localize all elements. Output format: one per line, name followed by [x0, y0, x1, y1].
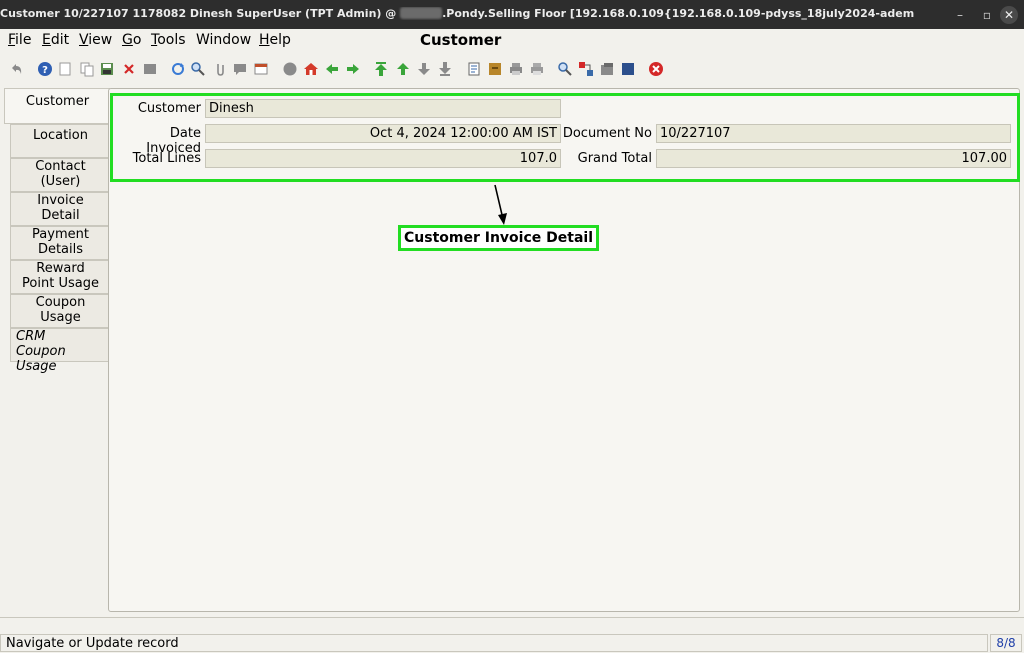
maximize-button[interactable]: ▫	[978, 6, 996, 24]
window-title-prefix: Customer 10/227107 1178082 Dinesh SuperU…	[0, 7, 401, 20]
archive-icon[interactable]	[487, 61, 503, 77]
tab-coupon-usage[interactable]: Coupon Usage	[10, 294, 110, 328]
back-icon[interactable]	[324, 61, 340, 77]
menu-edit[interactable]: Edit	[42, 32, 69, 48]
chat-icon[interactable]	[232, 61, 248, 77]
annotation-arrow	[494, 184, 507, 225]
help-icon[interactable]: ?	[37, 61, 53, 77]
redacted-text	[400, 7, 443, 19]
close-window-button[interactable]: ✕	[1000, 6, 1018, 24]
workflow-icon[interactable]	[578, 61, 594, 77]
report-icon[interactable]	[466, 61, 482, 77]
info-icon[interactable]	[620, 61, 636, 77]
window-heading: Customer	[420, 31, 502, 49]
print-alt-icon[interactable]	[529, 61, 545, 77]
home-icon[interactable]	[303, 61, 319, 77]
menu-view[interactable]: View	[79, 32, 112, 48]
menu-bar: File Edit View Go Tools Window Help Cust…	[0, 29, 1024, 52]
status-message: Navigate or Update record	[6, 636, 179, 651]
status-bar: Navigate or Update record 8/8	[0, 633, 1024, 653]
request-icon[interactable]	[282, 61, 298, 77]
menu-window[interactable]: Window	[196, 32, 251, 48]
menu-go[interactable]: Go	[122, 32, 141, 48]
undo-icon[interactable]	[8, 61, 24, 77]
title-bar: Customer 10/227107 1178082 Dinesh SuperU…	[0, 0, 1024, 29]
record-count[interactable]: 8/8	[990, 634, 1022, 652]
tab-customer[interactable]: Customer	[4, 88, 110, 124]
svg-text:?: ?	[42, 65, 48, 76]
exit-icon[interactable]	[648, 61, 664, 77]
highlight-box	[110, 93, 1020, 182]
tab-contact-user[interactable]: Contact (User)	[10, 158, 110, 192]
history-icon[interactable]	[253, 61, 269, 77]
print-icon[interactable]	[508, 61, 524, 77]
forward-icon[interactable]	[345, 61, 361, 77]
last-record-icon[interactable]	[437, 61, 453, 77]
menu-file[interactable]: File	[8, 32, 31, 48]
copy-icon[interactable]	[79, 61, 95, 77]
next-record-icon[interactable]	[416, 61, 432, 77]
window-title-suffix: .Pondy.Selling Floor [192.168.0.109{192.…	[442, 7, 914, 20]
zoom-across-icon[interactable]	[557, 61, 573, 77]
menu-tools[interactable]: Tools	[151, 32, 186, 48]
find-icon[interactable]	[190, 61, 206, 77]
status-divider	[0, 617, 1024, 633]
delete-icon[interactable]	[121, 61, 137, 77]
menu-help[interactable]: Help	[259, 32, 291, 48]
product-info-icon[interactable]	[599, 61, 615, 77]
tab-reward-point-usage[interactable]: Reward Point Usage	[10, 260, 110, 294]
first-record-icon[interactable]	[373, 61, 389, 77]
previous-record-icon[interactable]	[395, 61, 411, 77]
save-icon[interactable]	[99, 61, 115, 77]
tab-invoice-detail[interactable]: Invoice Detail	[10, 192, 110, 226]
toolbar: ?	[0, 54, 1024, 84]
annotation-label: Customer Invoice Detail	[398, 225, 599, 251]
tab-payment-details[interactable]: Payment Details	[10, 226, 110, 260]
tab-location[interactable]: Location	[10, 124, 110, 158]
new-icon[interactable]	[57, 61, 73, 77]
refresh-icon[interactable]	[170, 61, 186, 77]
attachment-icon[interactable]	[212, 61, 228, 77]
window-title: Customer 10/227107 1178082 Dinesh SuperU…	[0, 7, 914, 20]
print-preview-icon[interactable]	[142, 61, 158, 77]
tab-crm-coupon-usage[interactable]: CRM Coupon Usage	[10, 328, 110, 374]
minimize-button[interactable]: –	[951, 6, 969, 24]
